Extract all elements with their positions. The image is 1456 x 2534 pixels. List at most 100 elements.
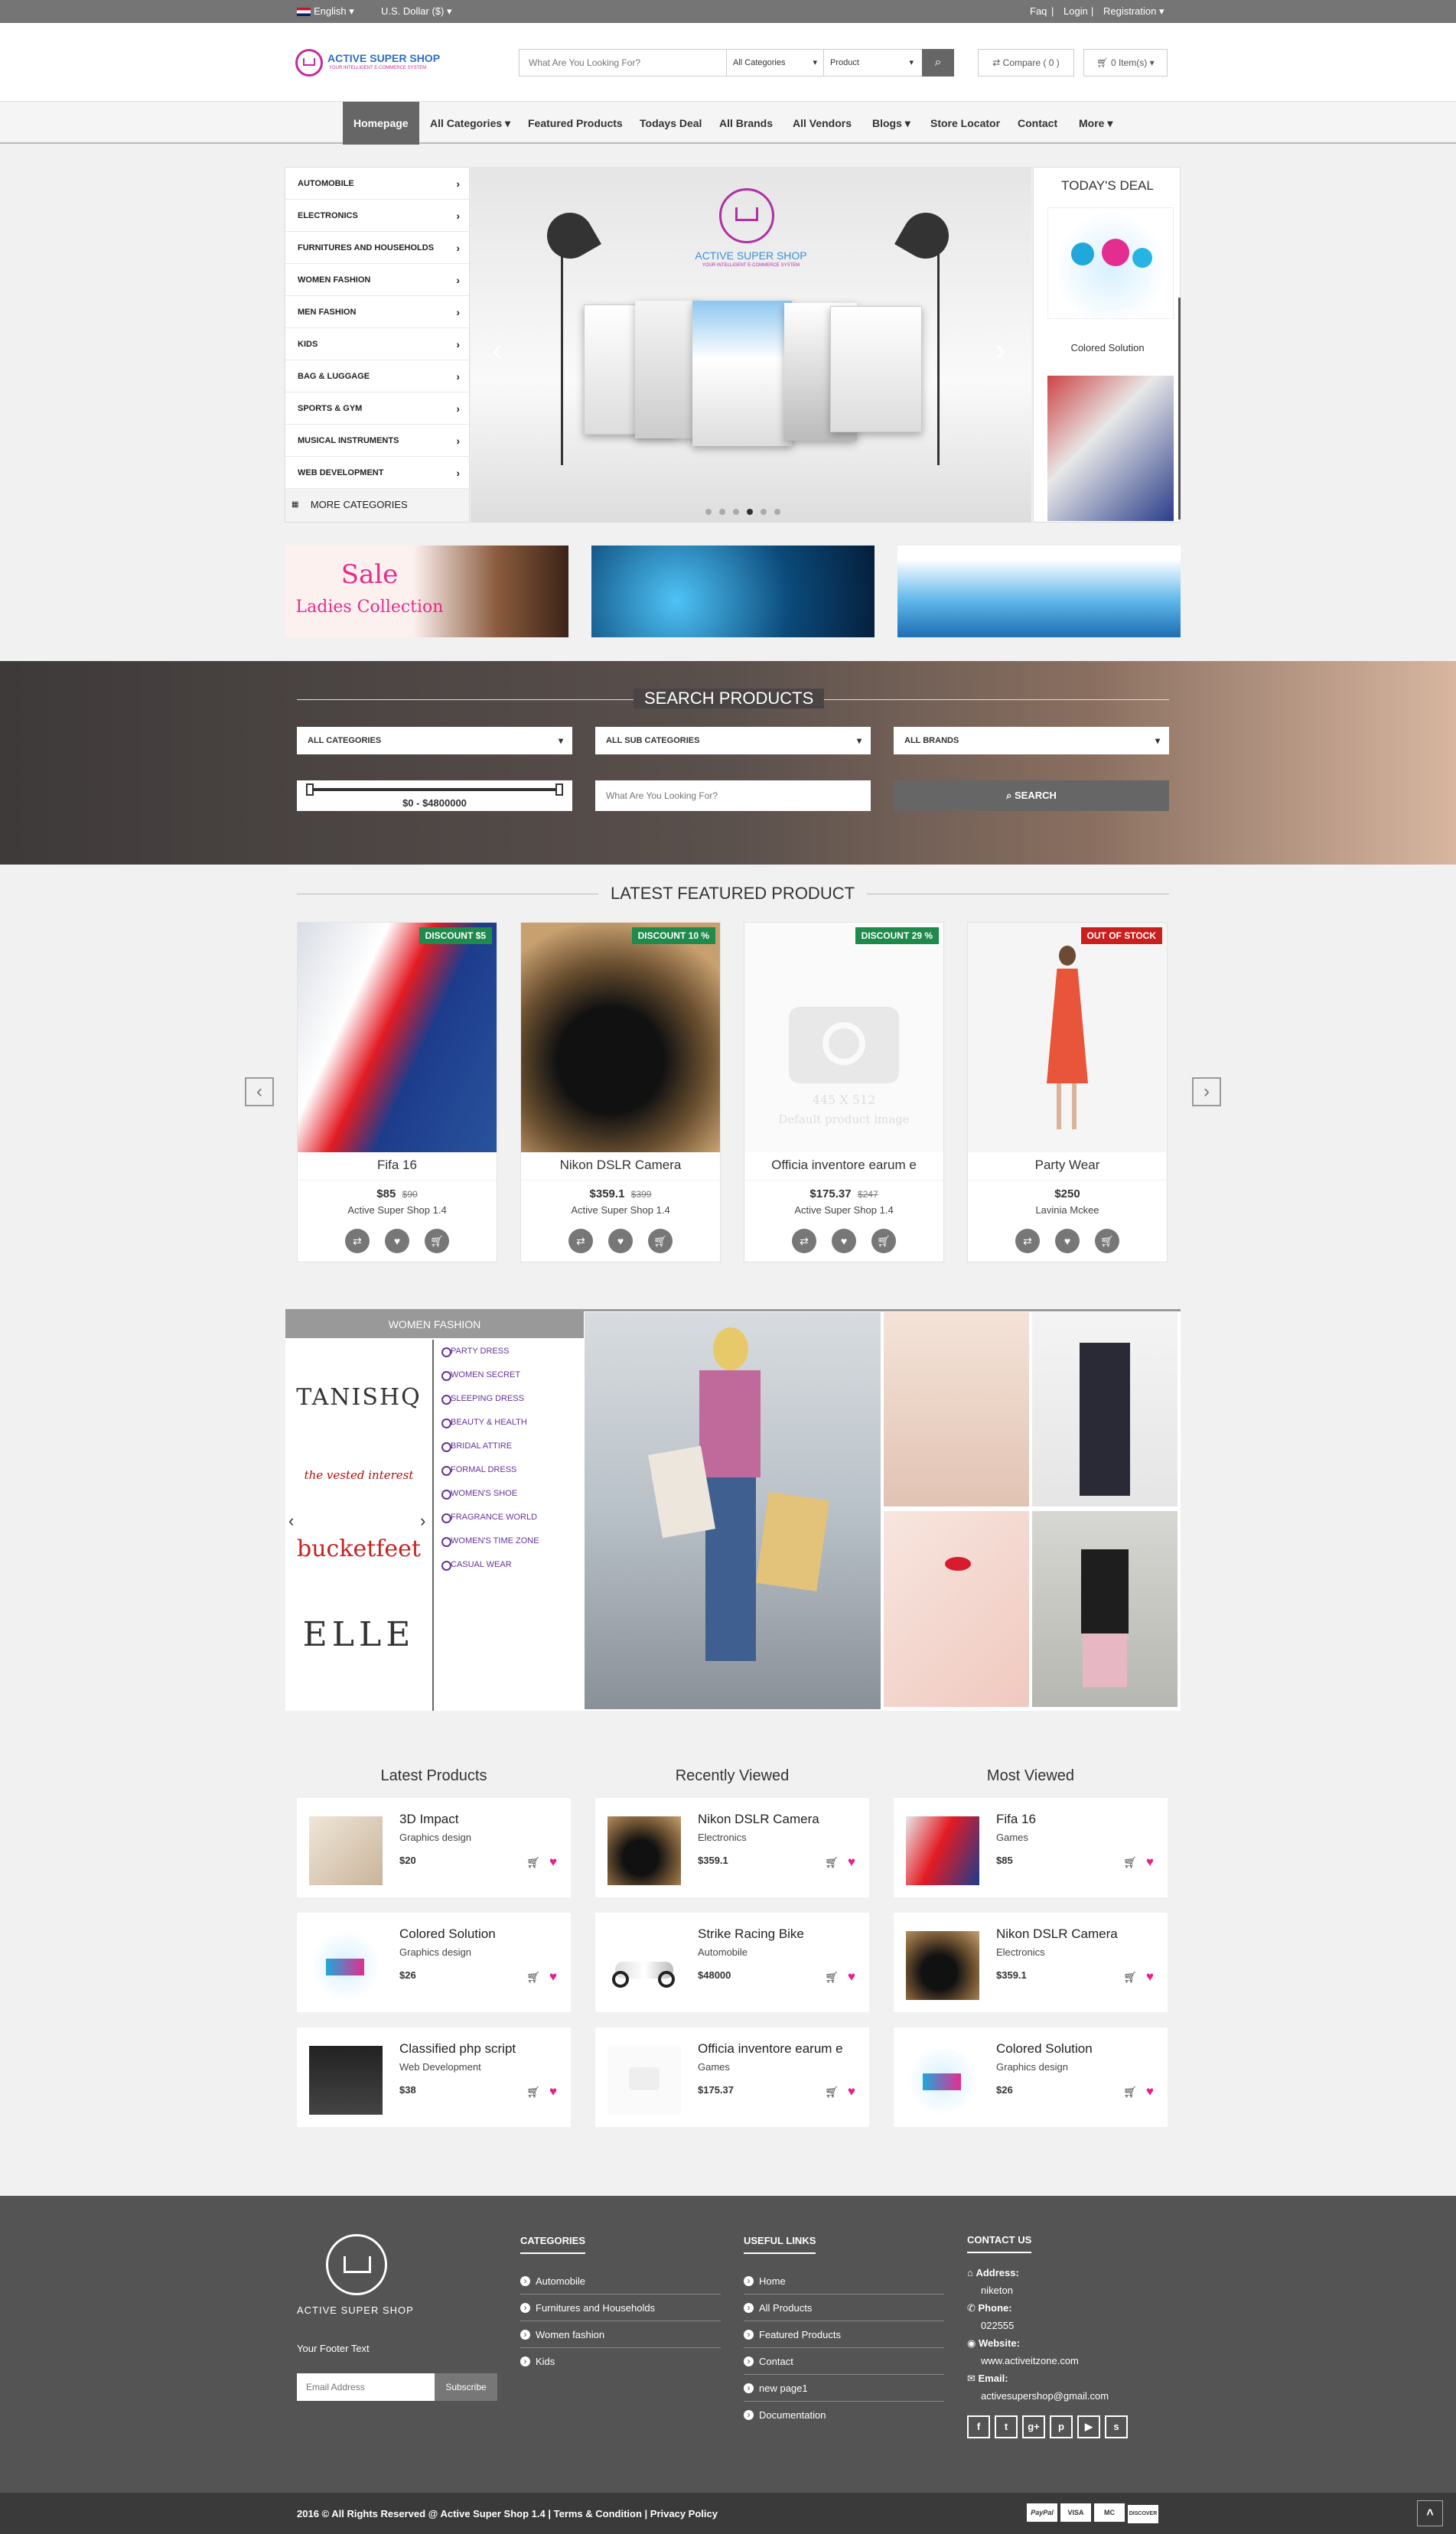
cart-button[interactable]: 🛒︎ 0 Item(s) ▾ <box>1083 49 1168 77</box>
nav-featured-products[interactable]: Featured Products <box>517 102 634 145</box>
newsletter-email-input[interactable] <box>297 2373 435 2401</box>
heart-icon[interactable]: ♥ <box>848 1969 855 1985</box>
search-button[interactable]: ⌕ <box>922 49 954 77</box>
slider-dot[interactable] <box>761 509 767 515</box>
product-image[interactable] <box>298 923 497 1152</box>
list-item-name[interactable]: Strike Racing Bike <box>698 1927 804 1942</box>
list-item[interactable]: Officia inventore earum e Games $175.37 🛒︎ ♥ <box>595 2028 869 2127</box>
all-sub-categories-select[interactable]: ALL SUB CATEGORIES <box>595 727 871 754</box>
footer-link-furnitures[interactable]: Furnitures and Households <box>520 2295 721 2321</box>
search-input[interactable] <box>520 50 726 76</box>
heart-icon[interactable]: ♥ <box>848 1855 855 1870</box>
featured-next-arrow[interactable]: › <box>1192 1077 1221 1106</box>
brands-next-arrow[interactable]: › <box>420 1511 425 1531</box>
deal-item-name[interactable]: Colored Solution <box>1034 342 1181 353</box>
list-item-name[interactable]: 3D Impact <box>399 1812 458 1827</box>
heart-icon[interactable]: ♥ <box>848 2084 855 2099</box>
sidebar-item-bag-luggage[interactable]: BAG & LUGGAGE › <box>285 360 469 392</box>
product-card[interactable]: OUT OF STOCK Party Wear $250 Lavinia Mck… <box>967 922 1168 1262</box>
add-to-cart-icon[interactable]: 🛒︎ <box>1095 1229 1119 1253</box>
nav-all-categories[interactable]: All Categories ▾ <box>419 102 521 145</box>
footer-link-new-page1[interactable]: new page1 <box>744 2375 944 2402</box>
product-thumb[interactable] <box>607 2046 681 2115</box>
privacy-link[interactable]: Privacy Policy <box>650 2508 718 2519</box>
wishlist-heart-icon[interactable]: ♥ <box>832 1229 856 1253</box>
keyword-input[interactable] <box>595 780 871 811</box>
nails-image[interactable] <box>884 1511 1029 1707</box>
contact-email[interactable]: activesupershop@gmail.com <box>967 2387 1168 2405</box>
compare-icon[interactable]: ⇄ <box>345 1229 370 1253</box>
cart-icon[interactable]: 🛒︎ <box>526 2086 540 2099</box>
list-item-name[interactable]: Nikon DSLR Camera <box>698 1812 819 1827</box>
link-bridal-attire[interactable]: BRIDAL ATTIRE <box>441 1435 579 1458</box>
fifa-deal-image[interactable] <box>1047 376 1174 521</box>
brand-bucketfeet[interactable]: bucketfeet <box>285 1536 432 1562</box>
cart-icon[interactable]: 🛒︎ <box>1123 1971 1137 1984</box>
sale-banner[interactable]: Sale Ladies Collection <box>285 546 568 637</box>
list-item-name[interactable]: Classified php script <box>399 2041 516 2057</box>
footer-link-all-products[interactable]: All Products <box>744 2295 944 2321</box>
lingerie-image[interactable] <box>884 1312 1029 1506</box>
list-item[interactable]: Fifa 16 Games $85 🛒︎ ♥ <box>894 1798 1168 1897</box>
cart-icon[interactable]: 🛒︎ <box>825 1971 839 1984</box>
link-sleeping-dress[interactable]: SLEEPING DRESS <box>441 1387 579 1411</box>
price-range-slider[interactable]: $0 - $4800000 <box>297 780 572 811</box>
brand-elle[interactable]: ELLE <box>285 1615 432 1654</box>
link-women-secret[interactable]: WOMEN SECRET <box>441 1363 579 1387</box>
footer-link-home[interactable]: Home <box>744 2268 944 2295</box>
sidebar-item-men-fashion[interactable]: MEN FASHION › <box>285 296 469 328</box>
list-item[interactable]: Classified php script Web Development $38 🛒… <box>297 2028 571 2127</box>
compare-icon[interactable]: ⇄ <box>1015 1229 1040 1253</box>
product-thumb[interactable] <box>607 1816 681 1885</box>
product-name[interactable]: Officia inventore earum e <box>744 1158 943 1173</box>
link-beauty-health[interactable]: BEAUTY & HEALTH <box>441 1411 579 1435</box>
deal-scrollbar[interactable] <box>1178 298 1181 520</box>
product-vendor[interactable]: Active Super Shop 1.4 <box>521 1204 720 1216</box>
youtube-icon[interactable]: ▶ <box>1077 2415 1100 2438</box>
heart-icon[interactable]: ♥ <box>1146 1855 1154 1870</box>
google-plus-icon[interactable]: g+ <box>1022 2415 1045 2438</box>
pinterest-icon[interactable]: p <box>1050 2415 1073 2438</box>
slider-dot[interactable] <box>774 509 780 515</box>
sidebar-item-web-development[interactable]: WEB DEVELOPMENT › <box>285 457 469 489</box>
product-image[interactable]: 445 X 512 Default product image <box>744 923 943 1152</box>
featured-prev-arrow[interactable]: ‹ <box>245 1077 274 1106</box>
link-womens-shoe[interactable]: WOMEN'S SHOE <box>441 1482 579 1506</box>
footer-link-contact[interactable]: Contact <box>744 2348 944 2375</box>
product-thumb[interactable] <box>906 1816 979 1885</box>
footer-link-documentation[interactable]: Documentation <box>744 2402 944 2428</box>
business-banner[interactable] <box>591 546 875 637</box>
nav-more[interactable]: More ▾ <box>1068 102 1123 145</box>
logo-icon[interactable] <box>295 49 323 77</box>
wishlist-heart-icon[interactable]: ♥ <box>385 1229 409 1253</box>
list-item-name[interactable]: Colored Solution <box>399 1927 496 1942</box>
compare-icon[interactable]: ⇄ <box>792 1229 816 1253</box>
footer-link-women-fashion[interactable]: Women fashion <box>520 2321 721 2348</box>
product-card[interactable]: DISCOUNT 10 % Nikon DSLR Camera $359.1 $… <box>520 922 721 1262</box>
contact-website[interactable]: www.activeitzone.com <box>967 2352 1168 2370</box>
heart-icon[interactable]: ♥ <box>1146 1969 1154 1985</box>
product-thumb[interactable] <box>309 2046 383 2115</box>
language-selector[interactable]: English ▾ <box>297 5 354 18</box>
product-thumb[interactable] <box>906 1931 979 2000</box>
cart-icon[interactable]: 🛒︎ <box>1123 1856 1137 1869</box>
sidebar-item-furnitures[interactable]: FURNITURES AND HOUSEHOLDS › <box>285 232 469 264</box>
list-item[interactable]: 3D Impact Graphics design $20 🛒︎ ♥ <box>297 1798 571 1897</box>
sidebar-item-sports-gym[interactable]: SPORTS & GYM › <box>285 392 469 425</box>
footer-link-featured-products[interactable]: Featured Products <box>744 2321 944 2348</box>
wishlist-heart-icon[interactable]: ♥ <box>608 1229 633 1253</box>
compare-button[interactable]: ⇄ Compare ( 0 ) <box>978 49 1074 77</box>
jacket-woman-image[interactable] <box>1032 1511 1178 1707</box>
link-casual-wear[interactable]: CASUAL WEAR <box>441 1553 579 1577</box>
nav-store-locator[interactable]: Store Locator <box>920 102 1011 145</box>
wishlist-heart-icon[interactable]: ♥ <box>1055 1229 1080 1253</box>
link-womens-time-zone[interactable]: WOMEN'S TIME ZONE <box>441 1529 579 1553</box>
nav-contact[interactable]: Contact <box>1007 102 1068 145</box>
slider-next-arrow[interactable]: › <box>995 334 1005 368</box>
heart-icon[interactable]: ♥ <box>549 1855 557 1870</box>
nav-blogs[interactable]: Blogs ▾ <box>862 102 921 145</box>
list-item[interactable]: Nikon DSLR Camera Electronics $359.1 🛒︎ ♥ <box>894 1913 1168 2012</box>
category-select[interactable]: All Categories ▾ <box>726 50 823 76</box>
cart-icon[interactable]: 🛒︎ <box>825 1856 839 1869</box>
product-image[interactable] <box>968 923 1167 1152</box>
